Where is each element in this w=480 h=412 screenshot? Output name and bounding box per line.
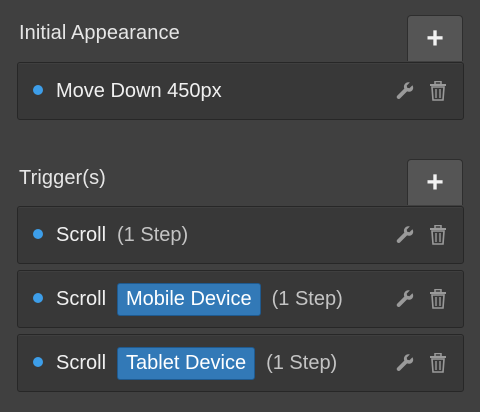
add-trigger-button[interactable]: +: [407, 159, 463, 205]
trash-icon[interactable]: [429, 353, 447, 373]
status-dot: [33, 229, 43, 239]
trigger-name: Scroll: [56, 351, 107, 374]
trash-icon[interactable]: [429, 225, 447, 245]
initial-appearance-item[interactable]: Move Down 450px: [17, 62, 464, 120]
wrench-icon[interactable]: [395, 81, 415, 101]
device-badge: Mobile Device: [117, 282, 261, 316]
initial-appearance-title: Initial Appearance: [19, 22, 180, 44]
status-dot: [33, 357, 43, 367]
trigger-item[interactable]: Scroll Mobile Device (1 Step): [17, 270, 464, 328]
item-name: Move Down 450px: [56, 79, 222, 102]
triggers-title: Trigger(s): [19, 167, 106, 189]
trigger-steps: (1 Step): [271, 287, 343, 310]
wrench-icon[interactable]: [395, 289, 415, 309]
wrench-icon[interactable]: [395, 353, 415, 373]
wrench-icon[interactable]: [395, 225, 415, 245]
trash-icon[interactable]: [429, 289, 447, 309]
trigger-name: Scroll: [56, 287, 107, 310]
trash-icon[interactable]: [429, 81, 447, 101]
status-dot: [33, 293, 43, 303]
trigger-item[interactable]: Scroll (1 Step): [17, 206, 464, 264]
trigger-item[interactable]: Scroll Tablet Device (1 Step): [17, 334, 464, 392]
add-initial-appearance-button[interactable]: +: [407, 15, 463, 61]
device-badge: Tablet Device: [117, 346, 256, 380]
trigger-name: Scroll: [56, 223, 107, 246]
trigger-steps: (1 Step): [266, 351, 338, 374]
status-dot: [33, 85, 43, 95]
trigger-steps: (1 Step): [117, 223, 189, 246]
